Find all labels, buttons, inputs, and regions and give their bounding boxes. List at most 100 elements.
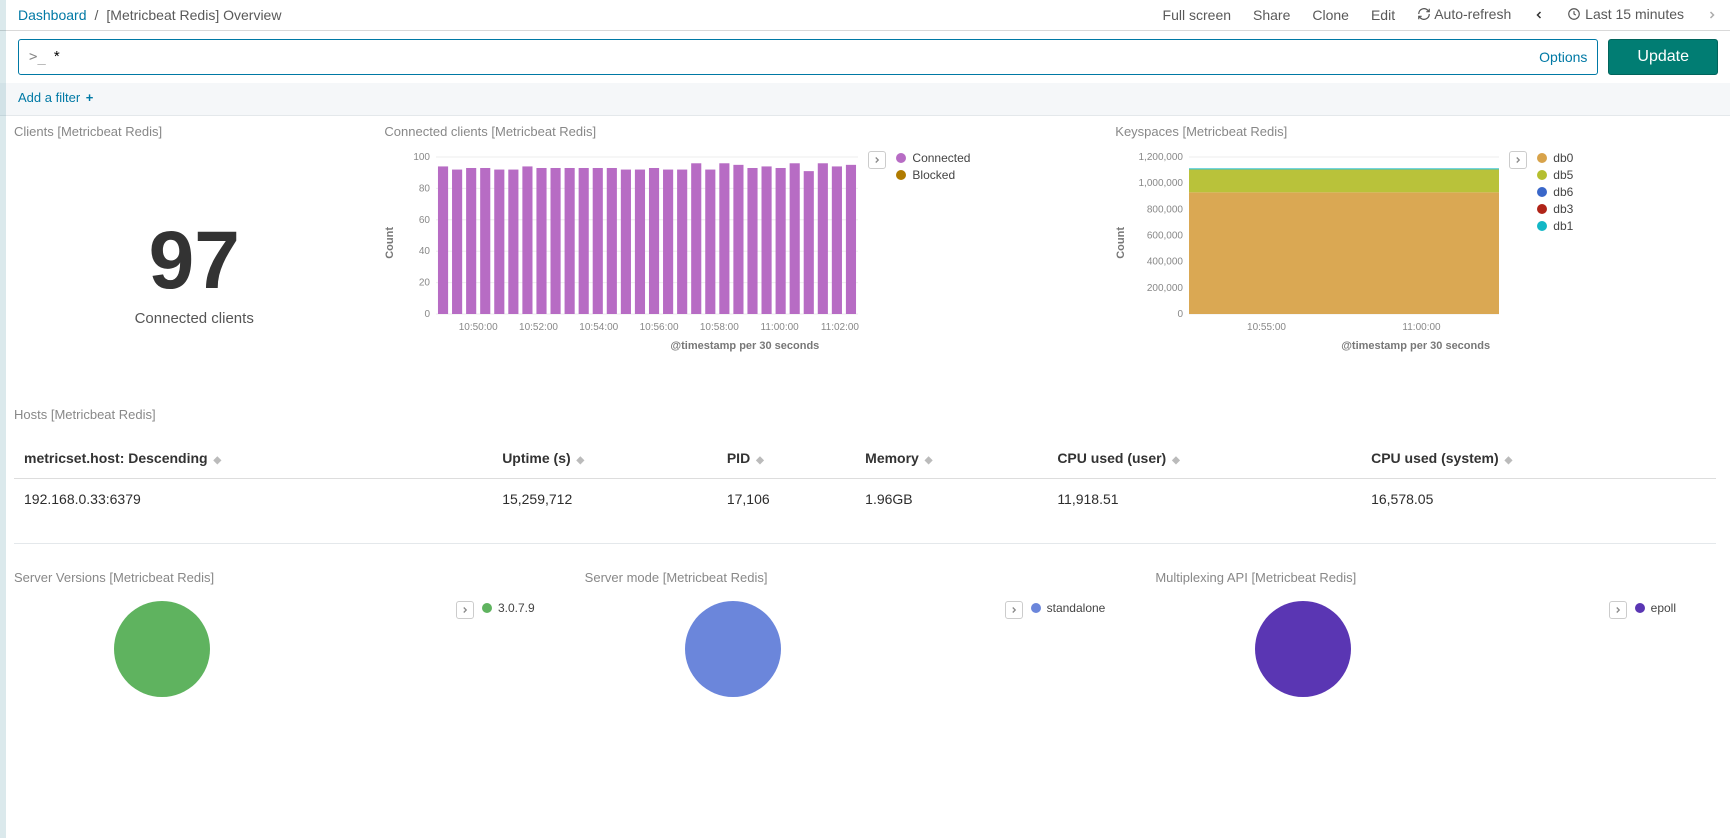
- server-versions-legend: 3.0.7.9: [482, 601, 535, 615]
- panel-server-mode: Server mode [Metricbeat Redis] standalon…: [585, 570, 1146, 697]
- legend-label: epoll: [1651, 601, 1676, 615]
- connected-clients-chart: 02040608010010:50:0010:52:0010:54:0010:5…: [402, 151, 862, 336]
- panel-title: Server Versions [Metricbeat Redis]: [14, 570, 575, 585]
- legend-swatch: [896, 170, 906, 180]
- svg-text:40: 40: [419, 246, 431, 257]
- connected-clients-legend: Connected Blocked: [896, 151, 970, 336]
- chevron-right-icon: [460, 605, 470, 615]
- svg-text:100: 100: [414, 152, 431, 163]
- svg-text:80: 80: [419, 183, 431, 194]
- table-cell: 15,259,712: [492, 478, 717, 519]
- legend-item[interactable]: db0: [1537, 151, 1573, 165]
- legend-toggle[interactable]: [1509, 151, 1527, 169]
- legend-label: db6: [1553, 185, 1573, 199]
- breadcrumb: Dashboard / [Metricbeat Redis] Overview: [18, 7, 281, 23]
- sort-icon: ◆: [214, 455, 222, 466]
- chevron-right-icon: [1009, 605, 1019, 615]
- time-forward-button[interactable]: [1706, 6, 1718, 23]
- panel-title: Server mode [Metricbeat Redis]: [585, 570, 1146, 585]
- table-cell: 11,918.51: [1047, 478, 1361, 519]
- hosts-col-header[interactable]: CPU used (system) ◆: [1361, 438, 1716, 479]
- legend-item[interactable]: Blocked: [896, 168, 970, 182]
- full-screen-button[interactable]: Full screen: [1163, 7, 1231, 23]
- svg-text:11:00:00: 11:00:00: [1403, 322, 1442, 333]
- x-axis-label: @timestamp per 30 seconds: [1115, 340, 1716, 352]
- legend-item[interactable]: standalone: [1031, 601, 1106, 615]
- refresh-icon: [1417, 7, 1431, 24]
- left-rail: [0, 0, 6, 838]
- legend-swatch: [1537, 204, 1547, 214]
- hosts-col-header[interactable]: metricset.host: Descending ◆: [14, 438, 492, 479]
- plus-icon: +: [86, 90, 94, 105]
- panel-keyspaces: Keyspaces [Metricbeat Redis] Count 0200,…: [1115, 124, 1716, 391]
- svg-text:1,200,000: 1,200,000: [1139, 152, 1184, 163]
- breadcrumb-sep: /: [95, 7, 99, 23]
- clone-button[interactable]: Clone: [1312, 7, 1349, 23]
- time-range-picker[interactable]: Last 15 minutes: [1567, 6, 1684, 24]
- update-button[interactable]: Update: [1608, 39, 1718, 75]
- legend-swatch: [1031, 603, 1041, 613]
- auto-refresh-button[interactable]: Auto-refresh: [1417, 6, 1511, 24]
- svg-text:60: 60: [419, 215, 431, 226]
- row-pies: Server Versions [Metricbeat Redis] 3.0.7…: [0, 562, 1730, 705]
- chevron-left-icon: [1533, 8, 1545, 24]
- hosts-col-header[interactable]: Uptime (s) ◆: [492, 438, 717, 479]
- legend-toggle[interactable]: [456, 601, 474, 619]
- query-input-wrap[interactable]: >_ Options: [18, 39, 1598, 75]
- hosts-col-header[interactable]: PID ◆: [717, 438, 855, 479]
- legend-item[interactable]: Connected: [896, 151, 970, 165]
- panel-title: Multiplexing API [Metricbeat Redis]: [1155, 570, 1716, 585]
- svg-text:0: 0: [1178, 309, 1184, 320]
- legend-swatch: [1537, 153, 1547, 163]
- legend-item[interactable]: db6: [1537, 185, 1573, 199]
- legend-item[interactable]: epoll: [1635, 601, 1676, 615]
- hosts-col-header[interactable]: Memory ◆: [855, 438, 1047, 479]
- hosts-col-header[interactable]: CPU used (user) ◆: [1047, 438, 1361, 479]
- legend-label: Blocked: [912, 168, 955, 182]
- panel-title: Keyspaces [Metricbeat Redis]: [1115, 124, 1716, 139]
- breadcrumb-root[interactable]: Dashboard: [18, 7, 87, 23]
- share-button[interactable]: Share: [1253, 7, 1290, 23]
- edit-button[interactable]: Edit: [1371, 7, 1395, 23]
- add-filter-link[interactable]: Add a filter +: [18, 90, 93, 105]
- hosts-table: metricset.host: Descending ◆Uptime (s) ◆…: [14, 438, 1716, 519]
- table-row[interactable]: 192.168.0.33:637915,259,71217,1061.96GB1…: [14, 478, 1716, 519]
- legend-toggle[interactable]: [1005, 601, 1023, 619]
- svg-text:10:56:00: 10:56:00: [640, 322, 679, 333]
- panel-connected-clients: Connected clients [Metricbeat Redis] Cou…: [384, 124, 1105, 391]
- query-options-link[interactable]: Options: [1539, 49, 1587, 65]
- filter-bar: Add a filter +: [0, 83, 1730, 116]
- panel-title: Hosts [Metricbeat Redis]: [14, 407, 1716, 422]
- query-prompt-icon: >_: [29, 49, 46, 65]
- svg-text:800,000: 800,000: [1147, 204, 1184, 215]
- query-input[interactable]: [54, 48, 1539, 65]
- sort-icon: ◆: [1172, 455, 1180, 466]
- legend-swatch: [1537, 170, 1547, 180]
- legend-item[interactable]: db3: [1537, 202, 1573, 216]
- hosts-table-header-row: metricset.host: Descending ◆Uptime (s) ◆…: [14, 438, 1716, 479]
- legend-label: db1: [1553, 219, 1573, 233]
- server-mode-pie: [685, 601, 781, 697]
- keyspaces-legend: db0 db5 db6 db3 db1: [1537, 151, 1573, 336]
- multiplexing-pie: [1255, 601, 1351, 697]
- svg-text:1,000,000: 1,000,000: [1139, 178, 1184, 189]
- legend-swatch: [1537, 187, 1547, 197]
- legend-item[interactable]: db1: [1537, 219, 1573, 233]
- table-cell: 16,578.05: [1361, 478, 1716, 519]
- legend-label: db0: [1553, 151, 1573, 165]
- multiplexing-legend: epoll: [1635, 601, 1676, 615]
- time-back-button[interactable]: [1533, 6, 1545, 23]
- table-cell: 1.96GB: [855, 478, 1047, 519]
- legend-toggle[interactable]: [868, 151, 886, 169]
- panel-multiplexing: Multiplexing API [Metricbeat Redis] epol…: [1155, 570, 1716, 697]
- legend-swatch: [896, 153, 906, 163]
- panel-clients-metric: Clients [Metricbeat Redis] 97 Connected …: [14, 124, 374, 391]
- legend-item[interactable]: 3.0.7.9: [482, 601, 535, 615]
- table-cell: 192.168.0.33:6379: [14, 478, 492, 519]
- panel-title: Clients [Metricbeat Redis]: [14, 124, 374, 139]
- legend-toggle[interactable]: [1609, 601, 1627, 619]
- server-versions-pie: [114, 601, 210, 697]
- legend-item[interactable]: db5: [1537, 168, 1573, 182]
- chevron-right-icon: [1513, 155, 1523, 165]
- server-mode-legend: standalone: [1031, 601, 1106, 615]
